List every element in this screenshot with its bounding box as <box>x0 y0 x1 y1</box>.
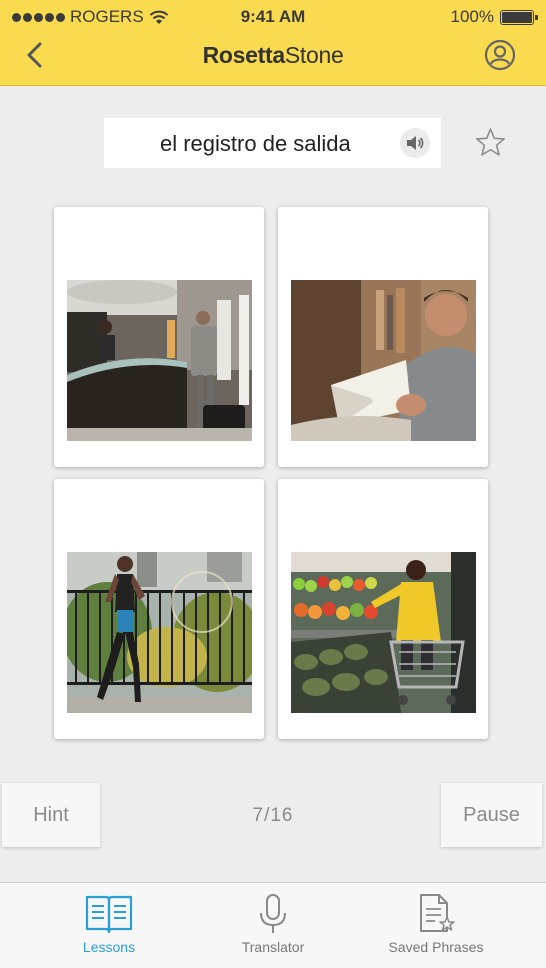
status-bar: ROGERS 9:41 AM 100% <box>0 0 546 32</box>
brand-light: Stone <box>284 42 344 68</box>
brand-bold: Rosetta <box>202 42 286 68</box>
speaker-icon <box>407 136 424 150</box>
tab-translator[interactable]: Translator <box>198 893 348 955</box>
tab-lessons[interactable]: Lessons <box>34 893 184 955</box>
tab-translator-label: Translator <box>241 939 305 955</box>
open-book-icon <box>85 895 133 934</box>
brand-logo: RosettaStone <box>0 42 546 69</box>
tab-saved-phrases[interactable]: Saved Phrases <box>361 893 511 955</box>
hotel-checkout-photo <box>67 280 252 441</box>
woman-grocery-shopping-photo <box>291 552 476 713</box>
answer-card-1[interactable] <box>54 207 264 467</box>
microphone-icon <box>260 894 286 933</box>
answer-card-3[interactable] <box>54 479 264 739</box>
play-audio-button[interactable] <box>400 128 430 158</box>
prompt-card: el registro de salida <box>104 118 441 168</box>
answer-card-2[interactable] <box>278 207 488 467</box>
woman-jogging-photo <box>67 552 252 713</box>
answer-card-4[interactable] <box>278 479 488 739</box>
tab-saved-phrases-label: Saved Phrases <box>388 939 484 955</box>
man-reading-book-photo <box>291 280 476 441</box>
profile-button[interactable] <box>484 39 516 71</box>
bottom-tab-bar: Lessons Translator Saved Phrases <box>0 882 546 968</box>
battery-group: 100% <box>450 7 538 27</box>
app-header: ROGERS 9:41 AM 100% RosettaStone <box>0 0 546 86</box>
pause-button[interactable]: Pause <box>441 783 542 847</box>
star-outline-icon <box>476 128 505 156</box>
favorite-button[interactable] <box>474 126 507 159</box>
user-circle-icon <box>484 39 516 71</box>
battery-percent: 100% <box>450 7 494 26</box>
tab-lessons-label: Lessons <box>82 939 136 955</box>
saved-document-star-icon <box>420 894 455 932</box>
battery-icon <box>500 9 538 25</box>
prompt-phrase: el registro de salida <box>160 131 351 156</box>
